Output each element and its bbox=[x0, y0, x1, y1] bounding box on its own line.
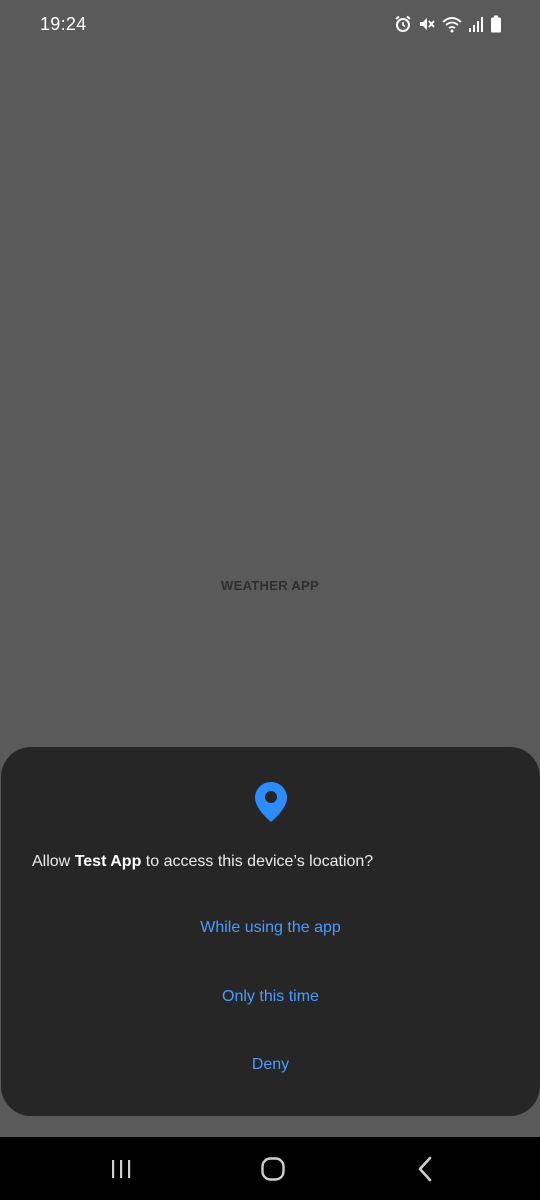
permission-dialog: Allow Test App to access this device’s l… bbox=[1, 747, 540, 1116]
navigation-bar bbox=[0, 1137, 540, 1200]
mute-icon bbox=[418, 15, 436, 33]
wifi-icon bbox=[442, 15, 462, 33]
battery-icon bbox=[490, 15, 502, 33]
alarm-icon bbox=[394, 15, 412, 33]
back-icon[interactable] bbox=[410, 1154, 440, 1184]
screen: 19:24 WEATHER APP Allow Test App to acce… bbox=[0, 0, 540, 1200]
message-prefix: Allow bbox=[32, 853, 75, 870]
status-time: 19:24 bbox=[40, 13, 87, 34]
recents-icon[interactable] bbox=[106, 1154, 136, 1184]
status-icons bbox=[394, 15, 502, 33]
only-this-time-button[interactable]: Only this time bbox=[1, 975, 540, 1019]
app-title: WEATHER APP bbox=[221, 578, 319, 593]
signal-icon bbox=[468, 15, 484, 33]
app-name: Test App bbox=[74, 853, 142, 870]
home-icon[interactable] bbox=[258, 1154, 288, 1184]
status-bar: 19:24 bbox=[0, 0, 540, 48]
dialog-message: Allow Test App to access this device’s l… bbox=[32, 851, 512, 873]
while-using-app-button[interactable]: While using the app bbox=[1, 906, 540, 950]
deny-button[interactable]: Deny bbox=[1, 1043, 540, 1087]
location-pin-icon bbox=[254, 781, 288, 823]
message-suffix: to access this device’s location? bbox=[141, 853, 374, 870]
